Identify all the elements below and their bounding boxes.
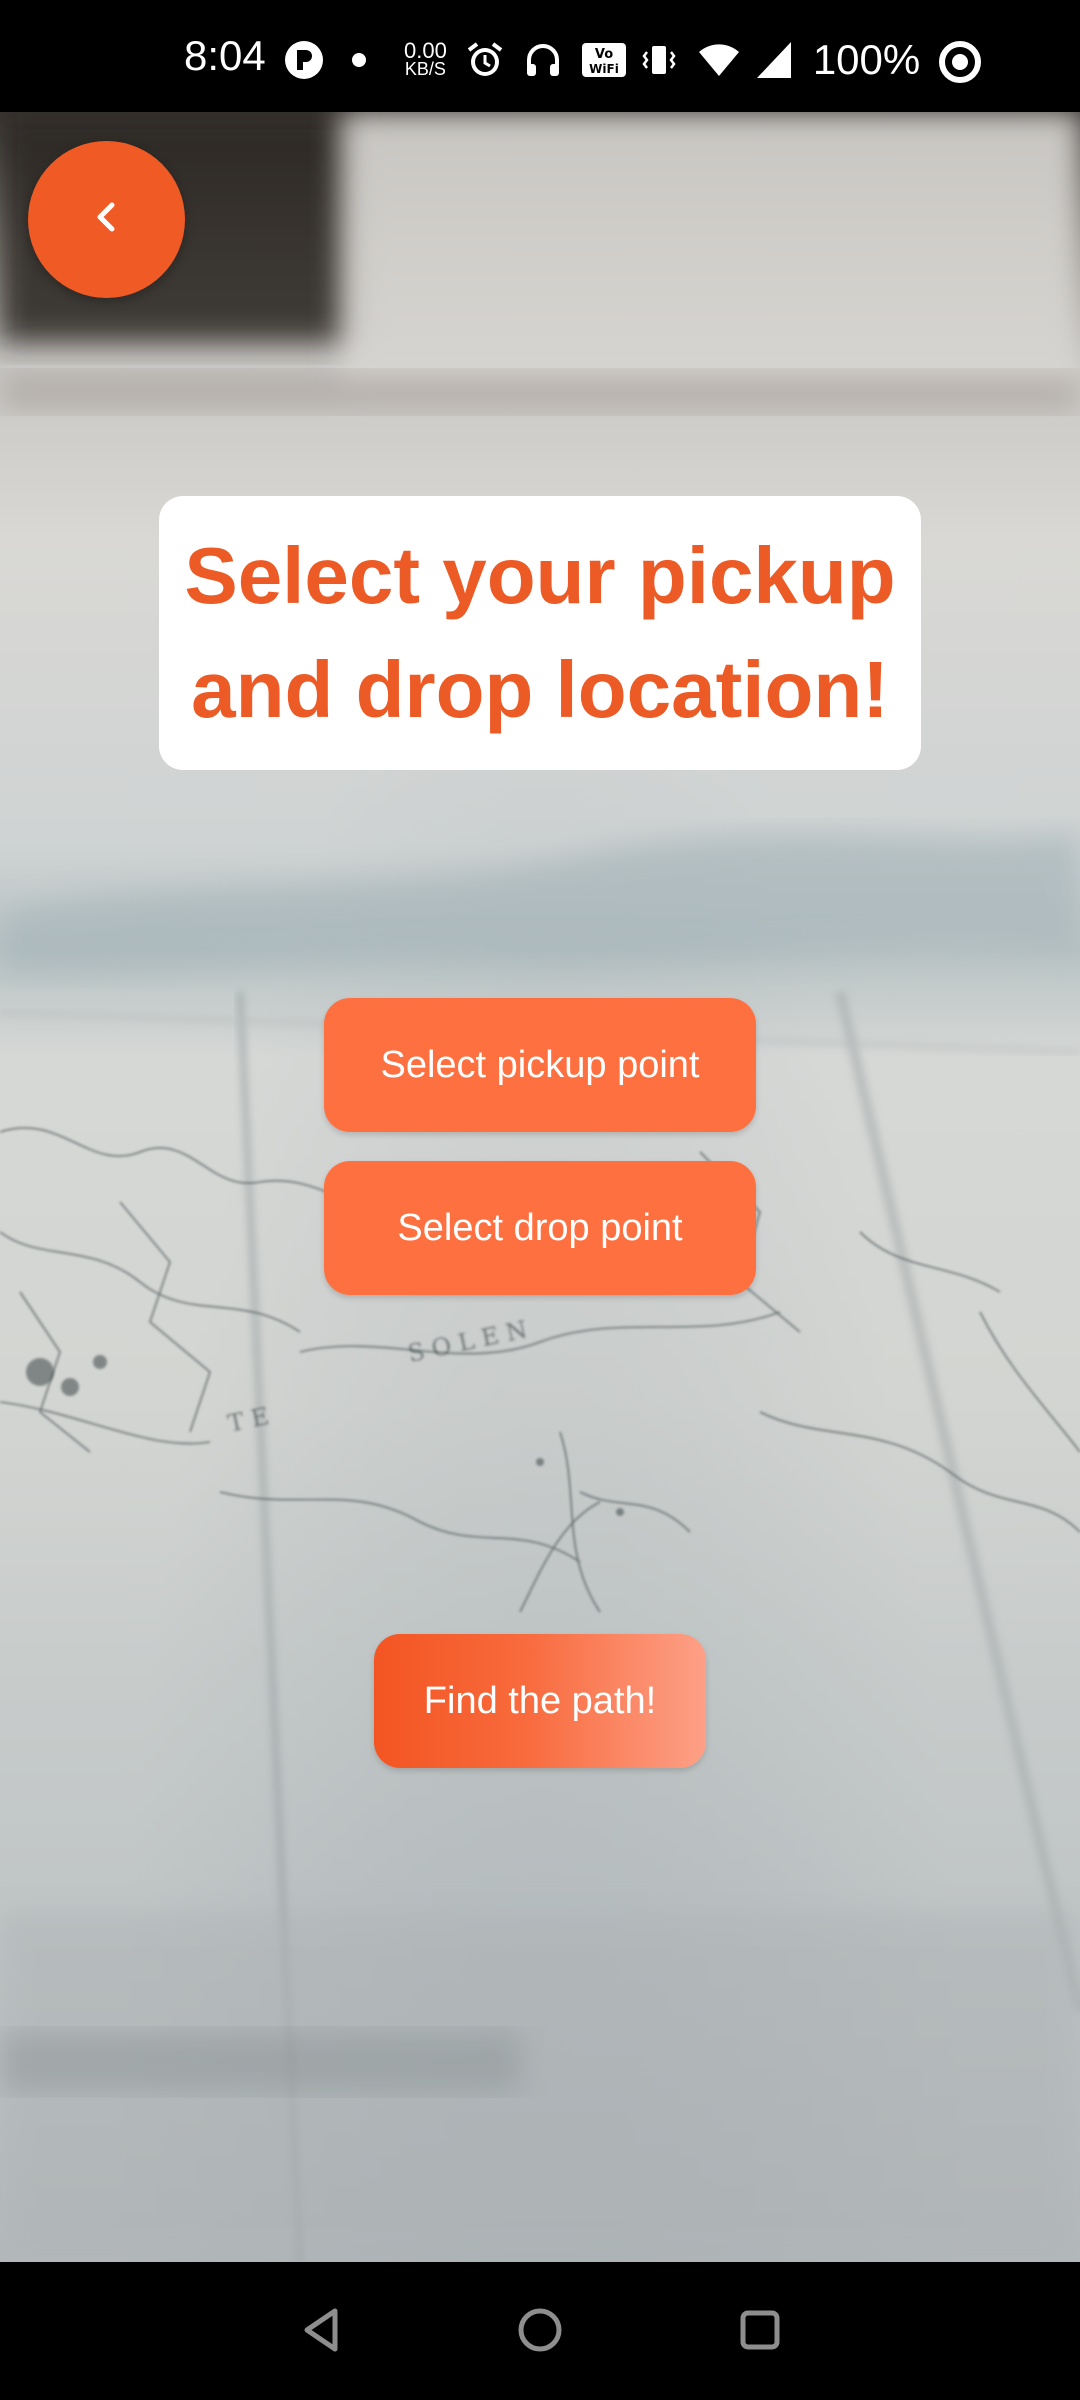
status-icons: 0.00 KB/S Vo WiFi 100%	[284, 36, 982, 84]
network-speed: 0.00 KB/S	[404, 38, 447, 79]
p-app-icon	[284, 40, 324, 80]
alarm-icon	[465, 40, 505, 80]
nav-recents-button[interactable]	[720, 2292, 800, 2372]
network-speed-unit: KB/S	[404, 59, 446, 79]
battery-percent: 100%	[812, 36, 921, 83]
status-time: 8:04	[184, 32, 266, 79]
vowifi-icon: Vo WiFi	[581, 40, 626, 80]
page-title: Select your pickup and drop location!	[184, 531, 896, 734]
wifi-icon	[697, 40, 739, 80]
status-bar: 8:04 0.00 KB/S Vo WiFi 100%	[0, 0, 1080, 112]
recents-square-icon	[735, 2305, 785, 2360]
select-pickup-button[interactable]: Select pickup point	[324, 998, 756, 1132]
dot-icon	[352, 53, 366, 67]
battery-ring-icon	[938, 40, 982, 83]
headphones-icon	[523, 40, 563, 80]
home-circle-icon	[515, 2305, 565, 2360]
svg-text:Vo: Vo	[595, 47, 613, 62]
back-button[interactable]	[28, 141, 185, 298]
signal-icon	[755, 40, 795, 80]
network-speed-value: 0.00	[404, 38, 447, 63]
svg-text:S O L E N: S O L E N	[405, 1315, 529, 1368]
navigation-bar	[0, 2262, 1080, 2400]
find-path-button[interactable]: Find the path!	[374, 1634, 706, 1768]
nav-home-button[interactable]	[500, 2292, 580, 2372]
app-screen: 8:04 0.00 KB/S Vo WiFi 100% S O L E N T …	[0, 0, 1080, 2400]
vibrate-icon	[639, 40, 679, 80]
nav-back-button[interactable]	[282, 2292, 362, 2372]
svg-text:T E: T E	[225, 1402, 271, 1438]
chevron-left-icon	[87, 197, 127, 242]
select-drop-button[interactable]: Select drop point	[324, 1161, 756, 1295]
svg-text:WiFi: WiFi	[589, 62, 619, 76]
back-triangle-icon	[297, 2305, 347, 2360]
title-card: Select your pickup and drop location!	[159, 496, 921, 770]
